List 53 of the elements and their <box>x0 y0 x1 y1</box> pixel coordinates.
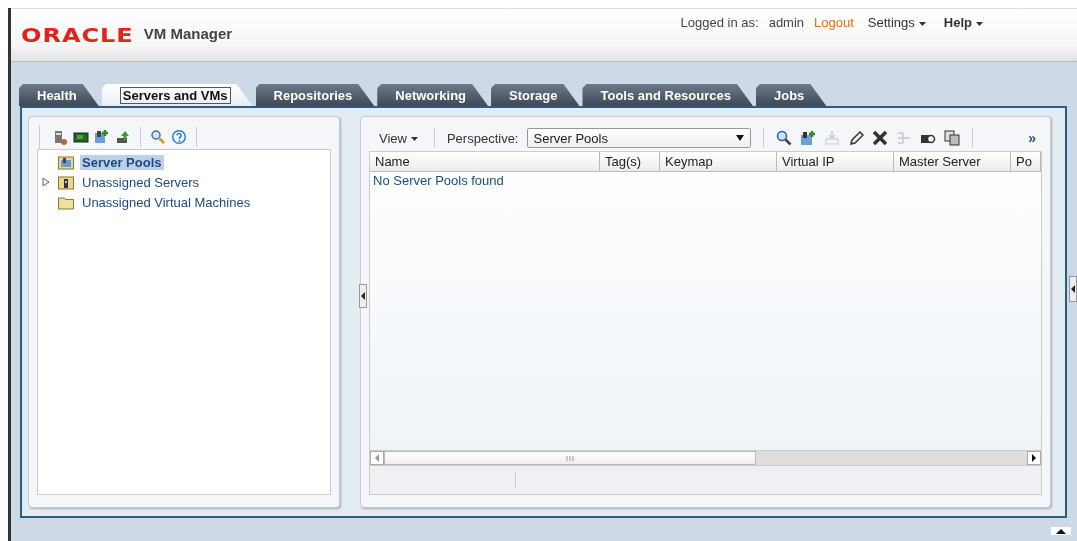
search-icon[interactable] <box>150 129 166 145</box>
splitter-handle[interactable] <box>1069 276 1077 302</box>
tree-item[interactable]: Unassigned Servers <box>80 174 202 190</box>
tab[interactable]: Servers and VMs <box>101 84 253 106</box>
tree-item[interactable]: Server Pools <box>80 154 164 170</box>
expand-icon[interactable] <box>42 177 50 187</box>
caret-icon <box>918 21 926 26</box>
oracle-logo: ORACLE <box>21 23 134 47</box>
header-menu[interactable]: Help <box>939 15 987 30</box>
tree-item[interactable]: Unassigned Virtual Machines <box>80 194 253 210</box>
perspective-dropdown[interactable]: Server Pools <box>526 128 751 148</box>
user-name: admin <box>768 15 805 30</box>
logged-in-label: Logged in as: <box>680 15 759 30</box>
empty-message: No Server Pools found <box>372 172 505 189</box>
server-folder-icon <box>58 174 74 190</box>
server-user-icon[interactable] <box>52 129 68 145</box>
grip-icon <box>566 455 574 461</box>
column-header[interactable]: Tag(s) <box>600 152 660 171</box>
scroll-left-icon[interactable] <box>375 454 379 462</box>
server-pool-icon <box>58 154 74 170</box>
upload-icon[interactable] <box>115 129 131 145</box>
horizontal-scrollbar[interactable] <box>370 450 1041 465</box>
scroll-right-icon[interactable] <box>1032 454 1036 462</box>
tab[interactable]: Tools and Resources <box>582 84 753 106</box>
search-icon[interactable] <box>775 130 792 146</box>
perspective-label: Perspective: <box>446 130 519 146</box>
tab[interactable]: Health <box>19 84 99 106</box>
column-header[interactable]: Name <box>370 152 600 171</box>
help-icon[interactable] <box>171 129 187 145</box>
caret-icon <box>410 137 418 142</box>
caret-icon <box>976 21 983 26</box>
column-header[interactable]: Virtual IP <box>777 152 894 171</box>
tab[interactable]: Jobs <box>756 84 827 106</box>
column-header[interactable]: Keymap <box>660 152 777 171</box>
tab[interactable]: Networking <box>377 84 489 106</box>
splitter-handle[interactable] <box>359 284 367 308</box>
server-pool-add-icon[interactable] <box>94 129 110 145</box>
view-menu[interactable]: View <box>375 130 422 146</box>
server-pool-add-icon[interactable] <box>799 130 816 146</box>
header-menu[interactable]: Settings <box>863 15 930 30</box>
folder-icon <box>58 194 74 210</box>
delete-icon[interactable] <box>871 130 888 146</box>
collapse-icon[interactable] <box>1051 527 1071 535</box>
column-header[interactable]: Po <box>1011 152 1041 171</box>
dropdown-arrow-icon <box>735 135 744 141</box>
overflow-button[interactable]: » <box>1022 129 1042 147</box>
column-header[interactable]: Master Server <box>894 152 1011 171</box>
pencil-icon[interactable] <box>847 130 864 146</box>
app-title: VM Manager <box>143 25 233 42</box>
copy-icon[interactable] <box>943 130 960 146</box>
network-card-icon[interactable] <box>73 129 89 145</box>
tab[interactable]: Repositories <box>255 84 375 106</box>
tab[interactable]: Storage <box>491 84 580 106</box>
